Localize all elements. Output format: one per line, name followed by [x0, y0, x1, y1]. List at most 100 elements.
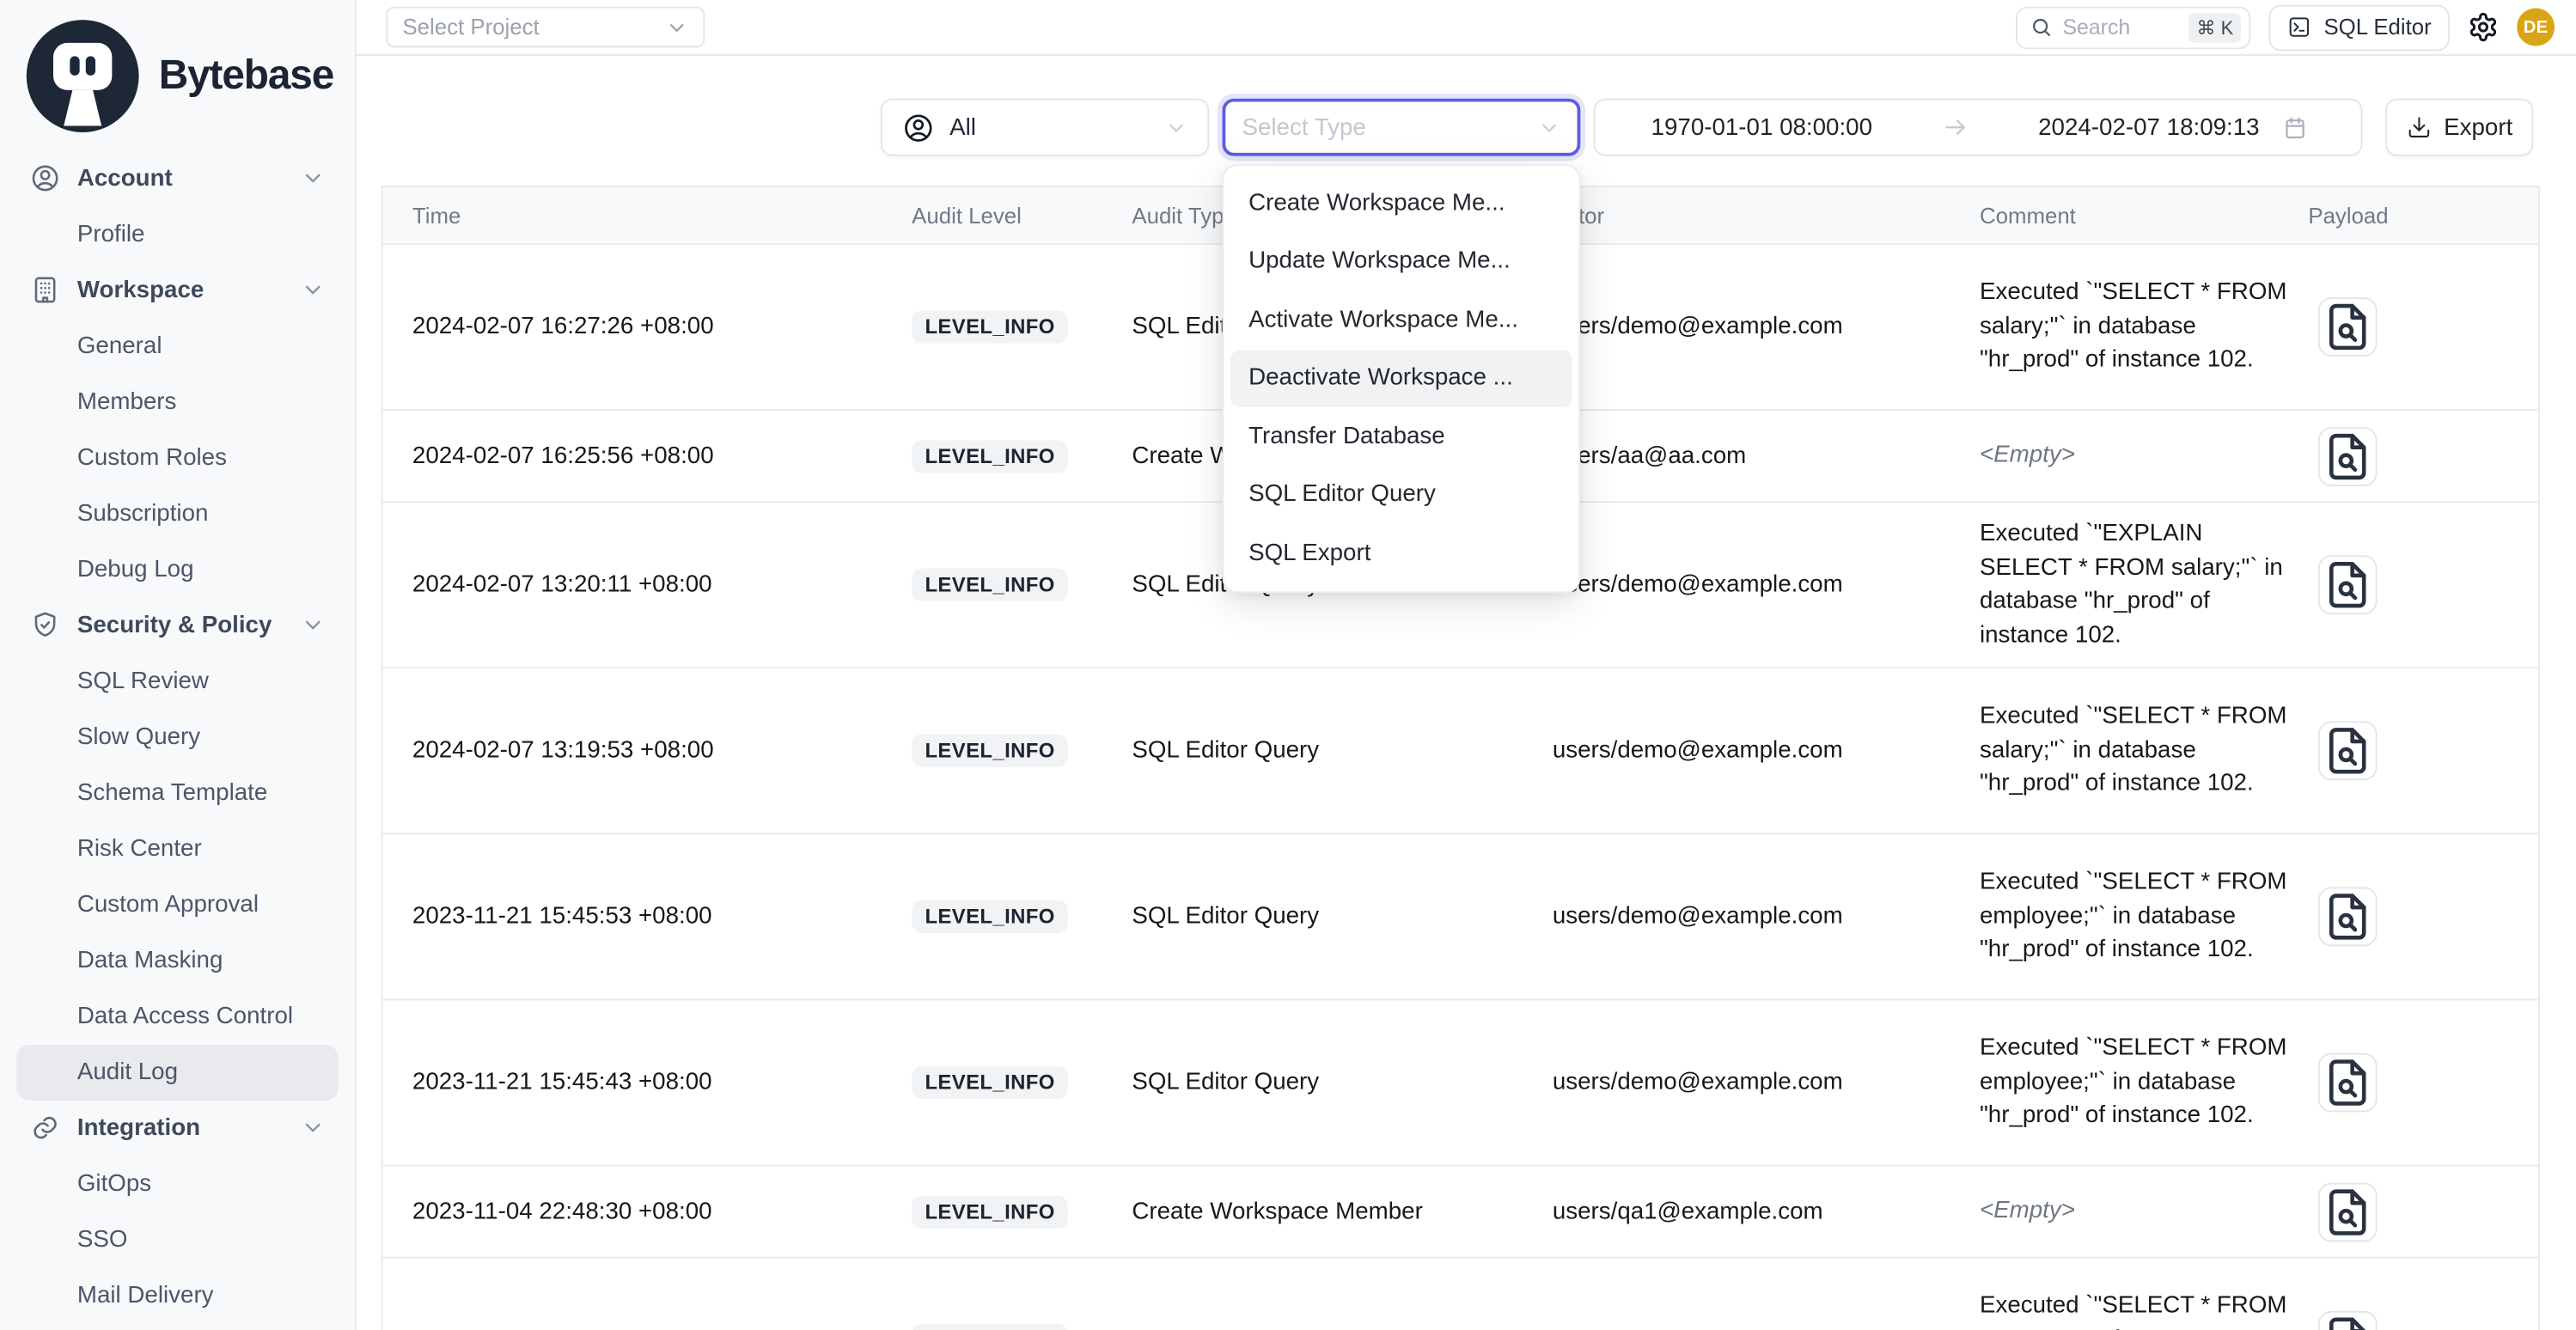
sidebar-item-mail-delivery[interactable]: Mail Delivery — [16, 1267, 339, 1323]
user-avatar[interactable]: DE — [2517, 9, 2555, 46]
sidebar-item-sso[interactable]: SSO — [16, 1211, 339, 1267]
sidebar-section-label: Integration — [77, 1115, 284, 1142]
file-search-icon — [2320, 1313, 2376, 1330]
cell-payload — [2308, 1182, 2538, 1242]
bytebase-logo[interactable]: Bytebase — [0, 0, 355, 147]
cell-audit-level: LEVEL_INFO — [912, 1066, 1132, 1099]
sidebar-item-sql-review[interactable]: SQL Review — [16, 653, 339, 709]
audit-level-badge: LEVEL_INFO — [912, 1066, 1068, 1099]
user-circle-icon — [29, 163, 60, 194]
sidebar-section-archived[interactable]: Archived — [16, 1323, 339, 1330]
sidebar-section-security-policy[interactable]: Security & Policy — [16, 597, 339, 653]
sidebar-section-label: Security & Policy — [77, 612, 284, 638]
cell-audit-type: SQL Editor Query — [1132, 737, 1552, 764]
cell-actor: users/aa@aa.com — [1553, 442, 1980, 469]
cell-audit-level: LEVEL_INFO — [912, 310, 1132, 343]
sidebar-item-risk-center[interactable]: Risk Center — [16, 821, 339, 876]
file-search-icon — [2320, 1055, 2376, 1111]
app-window: Bytebase Account Profile Workspace Gener… — [0, 0, 2576, 1330]
column-header-comment: Comment — [1980, 203, 2308, 228]
payload-view-button[interactable] — [2318, 555, 2378, 614]
sidebar-item-custom-roles[interactable]: Custom Roles — [16, 430, 339, 485]
chevron-down-icon — [665, 15, 688, 39]
file-search-icon — [2320, 1184, 2376, 1240]
search-input[interactable]: Search ⌘ K — [2017, 6, 2251, 49]
dropdown-option-activate-workspace-me[interactable]: Activate Workspace Me... — [1230, 290, 1572, 349]
chevron-down-icon — [301, 1115, 326, 1140]
chevron-down-icon — [301, 613, 326, 638]
project-select[interactable]: Select Project — [386, 7, 705, 48]
cell-actor: users/demo@example.com — [1553, 1070, 1980, 1096]
shield-check-icon — [29, 610, 60, 641]
cell-audit-type: SQL Editor Query — [1132, 1070, 1552, 1096]
cell-time: 2023-11-21 15:45:53 +08:00 — [412, 904, 912, 930]
column-header-actor: Actor — [1553, 203, 1980, 228]
sidebar-item-custom-approval[interactable]: Custom Approval — [16, 876, 339, 932]
cell-time: 2024-02-07 16:25:56 +08:00 — [412, 442, 912, 469]
cell-actor: users/demo@example.com — [1553, 314, 1980, 340]
chevron-down-icon — [1538, 116, 1561, 139]
sidebar-item-data-access-control[interactable]: Data Access Control — [16, 988, 339, 1044]
settings-gear-icon[interactable] — [2468, 11, 2499, 42]
calendar-icon — [2282, 114, 2309, 141]
audit-level-badge: LEVEL_INFO — [912, 735, 1068, 767]
payload-view-button[interactable] — [2318, 721, 2378, 780]
payload-view-button[interactable] — [2318, 1053, 2378, 1113]
search-icon — [2031, 16, 2053, 38]
file-search-icon — [2320, 299, 2376, 355]
export-button[interactable]: Export — [2385, 99, 2533, 156]
sidebar-item-subscription[interactable]: Subscription — [16, 485, 339, 541]
sidebar: Bytebase Account Profile Workspace Gener… — [0, 0, 357, 1330]
dropdown-option-sql-editor-query[interactable]: SQL Editor Query — [1230, 466, 1572, 524]
date-from-value[interactable]: 1970-01-01 08:00:00 — [1651, 114, 1872, 141]
sidebar-item-audit-log[interactable]: Audit Log — [16, 1044, 339, 1100]
cell-payload — [2308, 1053, 2538, 1113]
sidebar-item-gitops[interactable]: GitOps — [16, 1156, 339, 1211]
cell-actor: users/qa1@example.com — [1553, 1199, 1980, 1225]
actor-filter-select[interactable]: All — [881, 99, 1209, 156]
file-search-icon — [2320, 428, 2376, 484]
sidebar-item-data-masking[interactable]: Data Masking — [16, 932, 339, 988]
dropdown-option-update-workspace-me[interactable]: Update Workspace Me... — [1230, 233, 1572, 291]
cell-time: 2024-02-07 13:19:53 +08:00 — [412, 737, 912, 764]
sidebar-section-workspace[interactable]: Workspace — [16, 262, 339, 318]
sidebar-item-debug-log[interactable]: Debug Log — [16, 541, 339, 597]
payload-view-button[interactable] — [2318, 887, 2378, 946]
actor-filter-value: All — [949, 114, 1150, 141]
sidebar-section-account[interactable]: Account — [16, 150, 339, 206]
sidebar-item-general[interactable]: General — [16, 318, 339, 374]
dropdown-option-sql-export[interactable]: SQL Export — [1230, 524, 1572, 583]
bytebase-logo-icon — [21, 15, 144, 137]
sidebar-item-profile[interactable]: Profile — [16, 206, 339, 262]
sql-editor-button[interactable]: SQL Editor — [2269, 4, 2449, 51]
dropdown-option-deactivate-workspace[interactable]: Deactivate Workspace ... — [1230, 349, 1572, 407]
cell-time: 2024-02-07 13:20:11 +08:00 — [412, 571, 912, 598]
date-to-value[interactable]: 2024-02-07 18:09:13 — [2038, 114, 2259, 141]
cell-audit-level: LEVEL_INFO — [912, 900, 1132, 933]
sidebar-item-slow-query[interactable]: Slow Query — [16, 709, 339, 765]
sidebar-item-schema-template[interactable]: Schema Template — [16, 765, 339, 821]
cell-payload — [2308, 887, 2538, 946]
column-header-audit-level: Audit Level — [912, 203, 1132, 228]
sql-editor-label: SQL Editor — [2323, 15, 2431, 40]
date-range-picker[interactable]: 1970-01-01 08:00:00 2024-02-07 18:09:13 — [1594, 99, 2363, 156]
payload-view-button[interactable] — [2318, 297, 2378, 357]
payload-view-button[interactable] — [2318, 1182, 2378, 1242]
audit-level-badge: LEVEL_INFO — [912, 900, 1068, 933]
search-placeholder: Search — [2062, 15, 2178, 40]
cell-payload — [2308, 297, 2538, 357]
cell-comment: Executed `"SELECT * FROM department;"` i… — [1980, 1290, 2308, 1330]
cell-comment: Executed `"SELECT * FROM salary;"` in da… — [1980, 700, 2308, 802]
cell-comment: Executed `"EXPLAIN SELECT * FROM salary;… — [1980, 517, 2308, 652]
sidebar-item-members[interactable]: Members — [16, 374, 339, 430]
sidebar-nav: Account Profile Workspace General Member… — [0, 147, 355, 1330]
type-filter-select[interactable]: Select Type — [1223, 99, 1581, 156]
dropdown-option-create-workspace-me[interactable]: Create Workspace Me... — [1230, 174, 1572, 233]
brand-name: Bytebase — [159, 52, 333, 100]
cell-audit-type: Create Workspace Member — [1132, 1199, 1552, 1225]
table-row: 2024-02-07 13:19:53 +08:00 LEVEL_INFO SQ… — [382, 668, 2538, 834]
payload-view-button[interactable] — [2318, 1311, 2378, 1330]
dropdown-option-transfer-database[interactable]: Transfer Database — [1230, 407, 1572, 466]
payload-view-button[interactable] — [2318, 426, 2378, 485]
sidebar-section-integration[interactable]: Integration — [16, 1100, 339, 1156]
